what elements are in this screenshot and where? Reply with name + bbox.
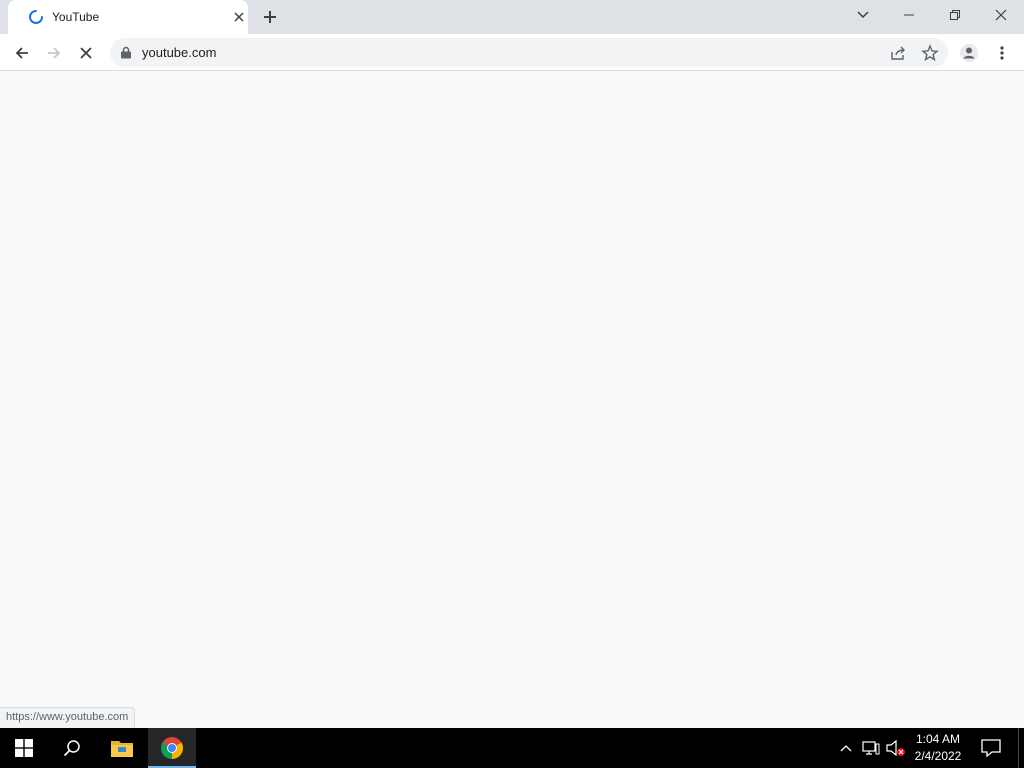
arrow-right-icon — [48, 47, 61, 59]
chrome-icon — [161, 737, 183, 759]
more-vert-icon — [1000, 46, 1004, 60]
start-icon — [15, 739, 33, 757]
show-desktop-button[interactable] — [1018, 728, 1024, 768]
lock-icon[interactable] — [120, 46, 132, 59]
forward-button[interactable] — [41, 40, 67, 66]
profile-button[interactable] — [956, 40, 982, 66]
restore-button[interactable] — [932, 0, 978, 30]
stop-loading-button[interactable] — [73, 40, 99, 66]
close-tab-icon[interactable] — [231, 9, 247, 25]
url-text[interactable]: youtube.com — [142, 45, 216, 60]
stop-icon — [80, 47, 92, 59]
tab-search-button[interactable] — [840, 0, 886, 30]
loading-spinner-icon — [29, 10, 43, 24]
close-icon — [995, 9, 1007, 21]
volume-button[interactable] — [886, 738, 906, 758]
clock-date: 2/4/2022 — [914, 749, 962, 763]
new-tab-button[interactable] — [261, 8, 279, 26]
taskbar: 1:04 AM 2/4/2022 — [0, 728, 1024, 768]
file-explorer-icon — [111, 741, 133, 757]
chevron-up-icon — [840, 745, 852, 752]
tab-title: YouTube — [52, 10, 100, 24]
close-window-button[interactable] — [978, 0, 1024, 30]
network-button[interactable] — [861, 738, 881, 758]
volume-muted-icon — [886, 740, 905, 756]
profile-avatar-icon — [960, 44, 978, 62]
address-bar[interactable]: youtube.com — [110, 38, 948, 67]
minimize-icon — [904, 14, 914, 16]
minimize-button[interactable] — [886, 0, 932, 30]
menu-button[interactable] — [989, 40, 1015, 66]
file-explorer-button[interactable] — [98, 728, 146, 768]
search-icon — [63, 740, 80, 757]
chrome-taskbar-button[interactable] — [148, 728, 196, 768]
taskbar-clock[interactable]: 1:04 AM 2/4/2022 — [908, 731, 968, 765]
clock-time: 1:04 AM — [915, 732, 961, 746]
show-hidden-icons-button[interactable] — [836, 738, 856, 758]
back-button[interactable] — [9, 40, 35, 66]
search-button[interactable] — [48, 728, 96, 768]
browser-toolbar: youtube.com — [0, 34, 1024, 71]
bookmark-star-icon[interactable] — [921, 44, 939, 62]
chevron-down-icon — [857, 11, 869, 19]
start-button[interactable] — [0, 728, 48, 768]
tab-youtube[interactable]: YouTube — [8, 0, 248, 34]
page-content — [0, 71, 1024, 728]
network-icon — [862, 741, 880, 755]
arrow-left-icon — [15, 47, 28, 59]
restore-icon — [950, 10, 960, 20]
status-url-bubble: https://www.youtube.com — [0, 707, 136, 728]
tab-strip: YouTube — [0, 0, 1024, 34]
share-icon[interactable] — [889, 44, 907, 62]
notification-icon[interactable] — [980, 738, 1002, 758]
